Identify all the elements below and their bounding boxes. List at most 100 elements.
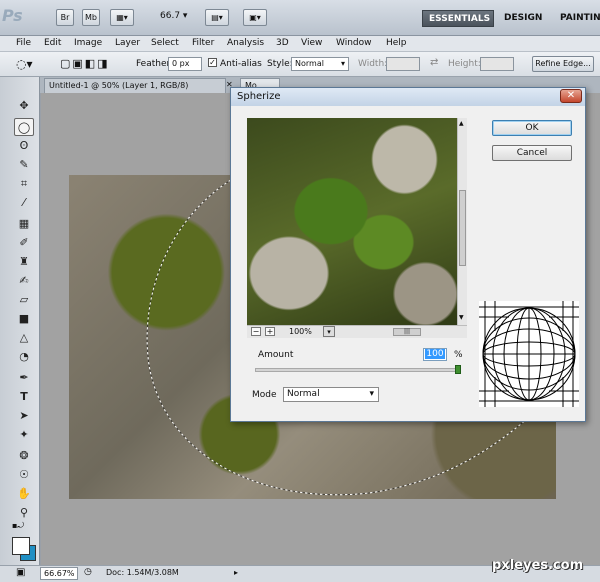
scroll-up-icon[interactable]: ▲ xyxy=(459,120,464,127)
width-input[interactable] xyxy=(386,57,420,71)
amount-slider-thumb[interactable] xyxy=(455,365,461,374)
refine-edge-button[interactable]: Refine Edge... xyxy=(532,56,594,72)
height-input[interactable] xyxy=(480,57,514,71)
menu-window[interactable]: Window xyxy=(336,36,372,51)
menu-view[interactable]: View xyxy=(301,36,322,51)
menu-analysis[interactable]: Analysis xyxy=(227,36,264,51)
healing-brush-tool-icon[interactable]: ▦ xyxy=(14,215,34,233)
chevron-down-icon: ▾ xyxy=(369,389,374,399)
style-label: Style: xyxy=(267,59,293,69)
menu-3d[interactable]: 3D xyxy=(276,36,289,51)
clone-stamp-tool-icon[interactable]: ♜ xyxy=(14,253,34,271)
spherize-grid-preview xyxy=(479,301,579,407)
eraser-tool-icon[interactable]: ▱ xyxy=(14,291,34,309)
menu-filter[interactable]: Filter xyxy=(192,36,214,51)
zoom-level-dropdown[interactable]: 66.7 ▾ xyxy=(160,11,187,21)
spherize-dialog: Spherize ✕ ▲ ▼ − + 100% ▾ ||| OK Cancel … xyxy=(230,87,586,422)
marquee-preset-icon[interactable]: ◌▾ xyxy=(16,57,33,71)
eyedropper-tool-icon[interactable]: ⁄ xyxy=(14,194,34,212)
zoom-tool-icon[interactable]: ⚲ xyxy=(14,504,34,522)
screen-mode-icon[interactable]: ▣▾ xyxy=(243,9,267,26)
antialias-checkbox[interactable]: ✓ xyxy=(208,58,217,67)
bridge-button[interactable]: Br xyxy=(56,9,74,26)
menu-edit[interactable]: Edit xyxy=(44,36,61,51)
ok-button[interactable]: OK xyxy=(492,120,572,136)
blur-tool-icon[interactable]: △ xyxy=(14,329,34,347)
status-info-icon[interactable]: ◷ xyxy=(84,567,92,577)
hand-tool-icon[interactable]: ✋ xyxy=(14,485,34,503)
style-select[interactable]: Normal ▾ xyxy=(291,57,349,71)
menu-layer[interactable]: Layer xyxy=(115,36,140,51)
watermark: pxleyes.com xyxy=(492,558,584,573)
scroll-down-icon[interactable]: ▼ xyxy=(459,314,464,321)
zoom-percentage-field[interactable]: 66.67% xyxy=(40,567,78,580)
workspace-painting-button[interactable]: PAINTIN xyxy=(554,10,600,27)
style-value: Normal xyxy=(295,59,324,68)
tools-panel: ✥ ◯ ʘ ✎ ⌗ ⁄ ▦ ✐ ♜ ✍ ▱ ■ △ ◔ ✒ T ➤ ✦ ❂ ☉ … xyxy=(0,77,40,582)
amount-label: Amount xyxy=(258,350,294,360)
view-extras-icon[interactable]: ▦▾ xyxy=(110,9,134,26)
workspace-essentials-button[interactable]: ESSENTIALS xyxy=(422,10,494,27)
status-menu-icon[interactable]: ▸ xyxy=(234,568,238,577)
navigator-icon[interactable]: ▣ xyxy=(16,567,25,578)
spherize-grid-icon xyxy=(479,301,579,407)
feather-input[interactable]: 0 px xyxy=(168,57,202,71)
menu-bar: File Edit Image Layer Select Filter Anal… xyxy=(0,36,600,51)
workspace-design-button[interactable]: DESIGN xyxy=(498,10,548,27)
amount-unit: % xyxy=(454,350,463,360)
default-colors-icon[interactable]: ▪⤾ xyxy=(12,521,24,531)
brush-tool-icon[interactable]: ✐ xyxy=(14,234,34,252)
horizontal-scroll-thumb[interactable]: ||| xyxy=(393,328,421,336)
mini-bridge-button[interactable]: Mb xyxy=(82,9,100,26)
chevron-down-icon: ▾ xyxy=(340,59,345,68)
swap-icon[interactable]: ⇄ xyxy=(430,57,438,68)
chevron-down-icon[interactable]: ▾ xyxy=(323,326,335,337)
move-tool-icon[interactable]: ✥ xyxy=(14,97,34,115)
dialog-title: Spherize xyxy=(231,88,585,106)
mode-select[interactable]: Normal ▾ xyxy=(283,387,379,402)
vertical-scroll-thumb[interactable] xyxy=(459,190,466,266)
3d-orbit-tool-icon[interactable]: ☉ xyxy=(14,466,34,484)
quick-select-tool-icon[interactable]: ✎ xyxy=(14,156,34,174)
crop-tool-icon[interactable]: ⌗ xyxy=(14,175,34,193)
preview-zoom-bar: − + 100% ▾ ||| xyxy=(247,325,467,338)
height-label: Height: xyxy=(448,59,481,69)
selection-mode-icons[interactable]: ▢▣◧◨ xyxy=(60,57,110,70)
tab-untitled-label: Untitled-1 @ 50% (Layer 1, RGB/8) xyxy=(49,81,189,90)
photoshop-logo: Ps xyxy=(2,6,23,25)
mode-label: Mode xyxy=(252,390,277,400)
3d-rotate-tool-icon[interactable]: ❂ xyxy=(14,447,34,465)
menu-select[interactable]: Select xyxy=(151,36,179,51)
amount-input[interactable]: 100 xyxy=(423,348,447,361)
document-size: Doc: 1.54M/3.08M xyxy=(106,568,179,577)
gradient-tool-icon[interactable]: ■ xyxy=(14,310,34,328)
menu-file[interactable]: File xyxy=(16,36,31,51)
filter-preview[interactable] xyxy=(247,118,457,325)
menu-help[interactable]: Help xyxy=(386,36,407,51)
tool-options-bar: ◌▾ ▢▣◧◨ Feather: 0 px ✓ Anti-alias Style… xyxy=(0,51,600,77)
amount-slider[interactable] xyxy=(255,368,461,372)
shape-tool-icon[interactable]: ✦ xyxy=(14,426,34,444)
arrange-documents-icon[interactable]: ▤▾ xyxy=(205,9,229,26)
tab-untitled[interactable]: Untitled-1 @ 50% (Layer 1, RGB/8) xyxy=(44,78,226,93)
dodge-tool-icon[interactable]: ◔ xyxy=(14,348,34,366)
cancel-button[interactable]: Cancel xyxy=(492,145,572,161)
menu-image[interactable]: Image xyxy=(74,36,102,51)
preview-vertical-scrollbar[interactable]: ▲ ▼ xyxy=(457,118,467,325)
amount-value: 100 xyxy=(425,349,445,359)
zoom-out-button[interactable]: − xyxy=(251,327,261,336)
mode-value: Normal xyxy=(287,389,320,399)
history-brush-tool-icon[interactable]: ✍ xyxy=(14,272,34,290)
marquee-tool-icon[interactable]: ◯ xyxy=(14,118,34,136)
lasso-tool-icon[interactable]: ʘ xyxy=(14,137,34,155)
zoom-level-value: 66.7 xyxy=(160,11,181,21)
width-label: Width: xyxy=(358,59,388,69)
zoom-in-button[interactable]: + xyxy=(265,327,275,336)
foreground-color-swatch[interactable] xyxy=(12,537,30,555)
pen-tool-icon[interactable]: ✒ xyxy=(14,369,34,387)
antialias-label: Anti-alias xyxy=(220,59,262,69)
path-selection-tool-icon[interactable]: ➤ xyxy=(14,407,34,425)
type-tool-icon[interactable]: T xyxy=(14,388,34,406)
close-icon[interactable]: ✕ xyxy=(560,89,582,103)
preview-zoom-value: 100% xyxy=(289,327,312,336)
